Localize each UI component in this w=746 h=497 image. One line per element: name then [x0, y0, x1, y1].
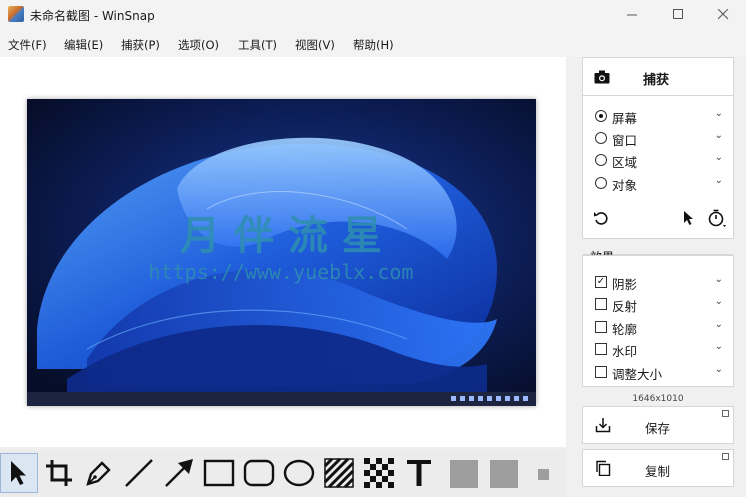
camera-icon: [594, 70, 610, 84]
line-icon: [125, 459, 153, 487]
capture-panel: 捕获 屏幕 ⌄ 窗口 ⌄ 区域 ⌄ 对象 ⌄: [582, 57, 734, 255]
capture-mode-label: 区域: [612, 155, 638, 170]
effect-label: 阴影: [612, 277, 638, 292]
crop-icon: [46, 460, 72, 486]
highlight-tool[interactable]: [320, 453, 358, 493]
minimize-button[interactable]: [609, 0, 655, 29]
radio-object[interactable]: [595, 177, 607, 189]
chevron-down-icon[interactable]: ⌄: [715, 364, 723, 375]
arrow-icon: [165, 459, 193, 487]
rectangle-icon: [203, 459, 235, 487]
checkbox-reflection[interactable]: [595, 298, 607, 310]
radio-region[interactable]: [595, 154, 607, 166]
rounded-rectangle-tool[interactable]: [240, 453, 278, 493]
crop-tool[interactable]: [40, 453, 78, 493]
effect-label: 反射: [612, 299, 638, 314]
captured-screenshot[interactable]: 月 伴 流 星 https://www.yueblx.com: [27, 99, 536, 406]
copy-options-toggle[interactable]: [722, 453, 729, 460]
maximize-button[interactable]: [655, 0, 701, 29]
fill-color-swatch[interactable]: [450, 460, 478, 488]
chevron-down-icon[interactable]: ⌄: [715, 152, 723, 163]
capture-mode-label: 窗口: [612, 133, 638, 148]
maximize-icon: [672, 9, 683, 19]
image-size-label: 1646x1010: [632, 394, 684, 404]
chevron-down-icon[interactable]: ⌄: [715, 108, 723, 119]
effect-outline[interactable]: 轮廓 ⌄: [595, 317, 723, 337]
pen-tool[interactable]: [80, 453, 118, 493]
text-tool[interactable]: [400, 453, 438, 493]
chevron-down-icon[interactable]: ⌄: [715, 319, 723, 330]
effect-watermark[interactable]: 水印 ⌄: [595, 339, 723, 359]
watermark-title: 月 伴 流 星: [180, 213, 382, 259]
capture-mode-object[interactable]: 对象 ⌄: [595, 173, 723, 193]
cursor-icon[interactable]: [683, 210, 695, 226]
window-title: 未命名截图 - WinSnap: [30, 9, 155, 23]
select-tool[interactable]: [0, 453, 38, 493]
radio-window[interactable]: [595, 132, 607, 144]
close-button[interactable]: [700, 0, 746, 29]
ellipse-tool[interactable]: [280, 453, 318, 493]
timer-icon[interactable]: [707, 208, 727, 228]
capture-mode-region[interactable]: 区域 ⌄: [595, 150, 723, 170]
capture-mode-label: 屏幕: [612, 111, 638, 126]
menu-view[interactable]: 视图(V): [295, 37, 335, 53]
arrow-tool[interactable]: [160, 453, 198, 493]
capture-mode-window[interactable]: 窗口 ⌄: [595, 128, 723, 148]
text-icon: [407, 460, 431, 486]
close-icon: [717, 9, 728, 20]
save-button[interactable]: 保存: [582, 406, 734, 444]
copy-icon: [596, 460, 611, 476]
menu-edit[interactable]: 编辑(E): [64, 37, 103, 53]
chevron-down-icon[interactable]: ⌄: [715, 175, 723, 186]
menu-tools[interactable]: 工具(T): [238, 37, 277, 53]
ellipse-icon: [283, 459, 315, 487]
save-icon: [595, 418, 611, 433]
title-bar: 未命名截图 - WinSnap: [0, 0, 746, 29]
line-width-swatch[interactable]: [538, 469, 549, 480]
pixelate-tool[interactable]: [360, 453, 398, 493]
pixelate-icon: [364, 458, 394, 488]
app-icon: [8, 6, 24, 22]
capture-label: 捕获: [643, 73, 670, 88]
outline-color-swatch[interactable]: [490, 460, 518, 488]
pen-icon: [86, 461, 111, 486]
effects-panel: ✓ 阴影 ⌄ 反射 ⌄ 轮廓 ⌄ 水印 ⌄ 调整大小 ⌄: [582, 255, 734, 387]
line-tool[interactable]: [120, 453, 158, 493]
checkbox-watermark[interactable]: [595, 343, 607, 355]
effect-label: 调整大小: [612, 367, 663, 382]
effect-label: 轮廓: [612, 322, 638, 337]
save-label: 保存: [645, 421, 671, 436]
checkbox-outline[interactable]: [595, 321, 607, 333]
copy-label: 复制: [645, 464, 671, 479]
rounded-rectangle-icon: [243, 459, 275, 487]
menu-file[interactable]: 文件(F): [8, 37, 47, 53]
rectangle-tool[interactable]: [200, 453, 238, 493]
watermark-url: https://www.yueblx.com: [149, 260, 414, 284]
menu-bar: 文件(F) 编辑(E) 捕获(P) 选项(O) 工具(T) 视图(V) 帮助(H…: [0, 29, 746, 57]
chevron-down-icon[interactable]: ⌄: [715, 130, 723, 141]
capture-mode-label: 对象: [612, 178, 638, 193]
chevron-down-icon[interactable]: ⌄: [715, 296, 723, 307]
minimize-icon: [626, 14, 637, 16]
checkbox-shadow[interactable]: ✓: [595, 276, 607, 288]
pointer-icon: [11, 461, 26, 485]
menu-options[interactable]: 选项(O): [178, 37, 219, 53]
capture-mode-screen[interactable]: 屏幕 ⌄: [595, 106, 723, 126]
radio-screen[interactable]: [595, 110, 607, 122]
drawing-toolbar: [0, 449, 566, 497]
menu-capture[interactable]: 捕获(P): [121, 37, 160, 53]
repeat-capture-icon[interactable]: [593, 210, 609, 226]
effect-label: 水印: [612, 344, 638, 359]
save-options-toggle[interactable]: [722, 410, 729, 417]
chevron-down-icon[interactable]: ⌄: [715, 341, 723, 352]
chevron-down-icon[interactable]: ⌄: [715, 274, 723, 285]
effect-resize[interactable]: 调整大小 ⌄: [595, 362, 723, 382]
hatch-icon: [324, 458, 354, 488]
menu-help[interactable]: 帮助(H): [353, 37, 394, 53]
effect-reflection[interactable]: 反射 ⌄: [595, 294, 723, 314]
capture-button[interactable]: 捕获: [583, 58, 733, 96]
effect-shadow[interactable]: ✓ 阴影 ⌄: [595, 272, 723, 292]
copy-button[interactable]: 复制: [582, 449, 734, 487]
checkbox-resize[interactable]: [595, 366, 607, 378]
